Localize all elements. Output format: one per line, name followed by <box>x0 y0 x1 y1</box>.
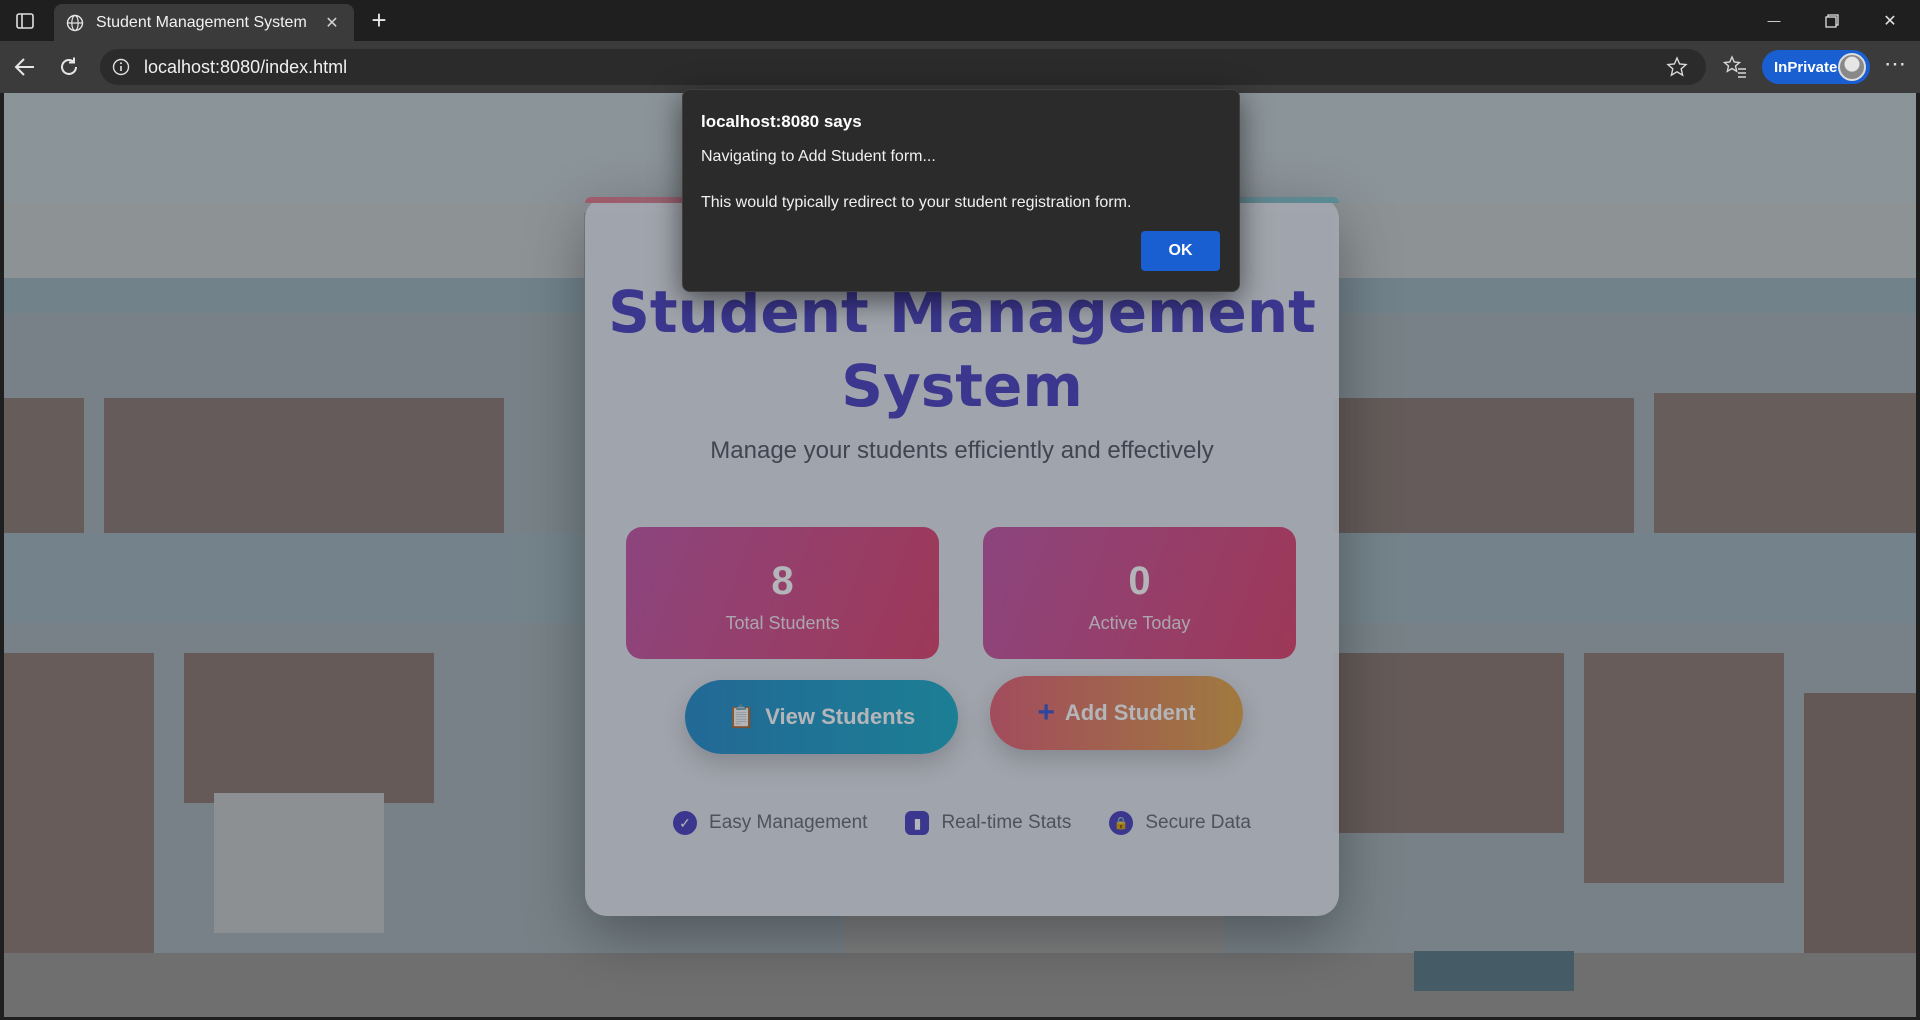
reload-icon <box>61 57 77 75</box>
info-icon[interactable] <box>112 58 130 76</box>
close-window-button[interactable]: ✕ <box>1862 0 1918 41</box>
more-menu-button[interactable]: ⋯ <box>1880 53 1910 81</box>
favorite-star-icon[interactable] <box>1666 56 1688 78</box>
restore-icon <box>1825 13 1839 28</box>
globe-icon <box>66 14 84 31</box>
inprivate-label: InPrivate <box>1774 58 1838 76</box>
profile-avatar <box>1838 53 1866 81</box>
address-bar[interactable]: localhost:8080/index.html <box>100 49 1706 85</box>
alert-dialog: localhost:8080 says Navigating to Add St… <box>682 89 1240 292</box>
tab-actions-icon[interactable] <box>10 8 40 34</box>
back-arrow-icon <box>14 58 34 76</box>
tab-close-icon[interactable]: ✕ <box>322 13 342 33</box>
dialog-title: localhost:8080 says <box>701 112 862 131</box>
favorites-icon[interactable] <box>1722 54 1748 80</box>
ok-button[interactable]: OK <box>1141 231 1220 271</box>
url-text[interactable]: localhost:8080/index.html <box>144 57 1666 78</box>
browser-tab[interactable]: Student Management System ✕ <box>54 4 354 41</box>
inprivate-badge[interactable]: InPrivate <box>1762 50 1870 84</box>
new-tab-button[interactable]: + <box>364 6 394 36</box>
dialog-message-line-2: This would typically redirect to your st… <box>701 194 1132 211</box>
dialog-message-line-1: Navigating to Add Student form... <box>701 148 936 165</box>
restore-button[interactable] <box>1804 0 1860 41</box>
minimize-button[interactable]: — <box>1746 0 1802 41</box>
back-button[interactable] <box>10 52 40 82</box>
tab-title: Student Management System <box>96 13 307 31</box>
tab-strip: Student Management System ✕ + — ✕ <box>0 0 1920 41</box>
reload-button[interactable] <box>54 52 84 82</box>
browser-toolbar: localhost:8080/index.html InPrivate ⋯ <box>0 41 1920 93</box>
